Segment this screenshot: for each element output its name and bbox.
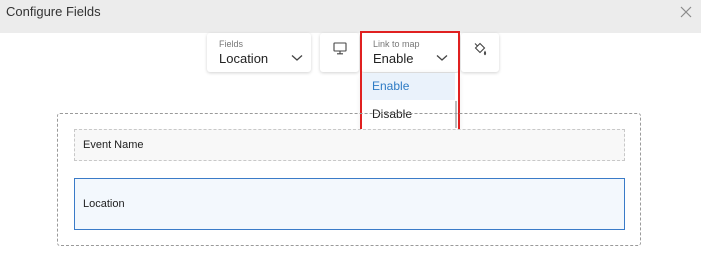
field-location-label: Location: [83, 198, 125, 210]
option-enable[interactable]: Enable: [362, 73, 455, 100]
field-location[interactable]: Location: [74, 178, 625, 230]
close-button[interactable]: [677, 3, 695, 21]
link-to-map-value: Enable: [373, 51, 414, 66]
link-to-map-dropdown[interactable]: Link to map Enable: [361, 33, 459, 72]
fields-value: Location: [219, 51, 269, 66]
link-to-map-label: Link to map: [373, 39, 420, 49]
monitor-icon: [332, 42, 347, 55]
close-icon: [680, 6, 692, 18]
field-event-name[interactable]: Event Name: [74, 129, 625, 161]
dialog-header: Configure Fields: [0, 0, 701, 33]
chevron-down-icon: [291, 55, 303, 61]
dialog-title: Configure Fields: [6, 4, 101, 19]
display-settings-button[interactable]: [320, 33, 359, 72]
chevron-down-icon: [436, 55, 448, 61]
field-event-name-label: Event Name: [83, 139, 144, 151]
style-settings-button[interactable]: [461, 33, 499, 72]
fields-label: Fields: [219, 39, 244, 49]
fields-dropdown[interactable]: Fields Location: [207, 33, 311, 72]
paint-bucket-icon: [474, 42, 487, 56]
